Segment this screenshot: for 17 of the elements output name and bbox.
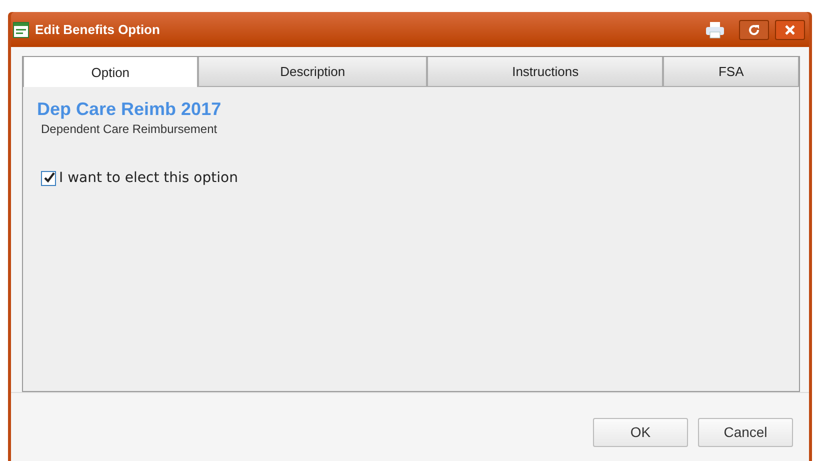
close-button[interactable] (775, 20, 805, 40)
tab[interactable]: Description (198, 57, 428, 87)
cancel-button[interactable]: Cancel (698, 418, 793, 446)
tab[interactable]: FSA (663, 57, 800, 87)
tab[interactable]: Instructions (427, 57, 664, 87)
option-description: Dependent Care Reimbursement (41, 122, 218, 136)
window-title: Edit Benefits Option (35, 22, 160, 37)
option-title: Dep Care Reimb 2017 (37, 99, 222, 120)
refresh-icon (748, 24, 760, 36)
form-icon (13, 22, 29, 38)
ok-button[interactable]: OK (593, 418, 688, 446)
elect-checkbox[interactable] (41, 170, 56, 186)
close-icon (785, 24, 795, 34)
print-icon[interactable] (705, 20, 725, 38)
tab[interactable]: Option (23, 57, 198, 87)
checkbox-label[interactable]: I want to elect this option (59, 170, 238, 186)
refresh-button[interactable] (739, 20, 769, 40)
